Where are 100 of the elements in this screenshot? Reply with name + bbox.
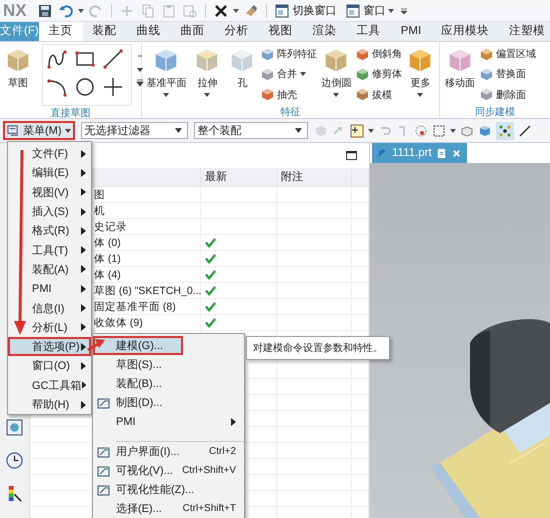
caret-icon[interactable] [163,92,170,98]
line-icon[interactable] [102,48,124,70]
menu-item[interactable]: 制图(D)... [93,393,244,412]
save-icon[interactable] [38,4,52,18]
ribbon-button[interactable]: 边倒圆 [318,44,354,105]
filter-dropdown[interactable]: 无选择过滤器 [80,122,188,139]
point-icon[interactable] [102,76,124,98]
cube-icon[interactable] [478,124,492,138]
part-icon [377,148,388,158]
ribbon-tab[interactable]: 渲染 [302,22,347,41]
box-select-icon[interactable] [432,124,446,138]
window-button[interactable]: 窗口 [344,3,394,18]
menu-button[interactable]: 菜单(M) [3,121,74,140]
circle-icon[interactable] [74,76,96,98]
submenu-arrow-icon [82,381,86,390]
ribbon-button[interactable]: 阵列特征 [260,45,317,64]
customize-icon[interactable] [400,8,407,14]
network-icon[interactable] [496,122,514,140]
document-icon[interactable] [436,148,447,158]
target-icon[interactable] [414,124,428,138]
ribbon-button[interactable]: 替换面 [480,65,536,84]
caret-icon[interactable] [232,8,239,14]
ribbon-tab[interactable]: 装配 [82,22,127,41]
caret-icon[interactable] [78,8,84,14]
close-icon[interactable] [450,148,462,158]
submenu-arrow-icon [81,342,86,351]
eraser-icon[interactable] [244,4,258,18]
column-header[interactable]: 最新 [201,168,277,186]
box-icon [260,48,274,61]
group-label: 特征 [280,106,302,118]
ribbon-button[interactable]: 抽壳 [260,86,317,104]
caret-icon[interactable] [450,128,456,134]
ribbon-button[interactable]: 删除面 [480,86,536,104]
column-header[interactable]: 附注 [277,168,352,186]
menu-item[interactable]: 装配(B)... [93,374,244,393]
menu-item[interactable]: GC工具箱 [8,376,91,395]
menu-item[interactable]: PMI [93,412,244,431]
submenu-arrow-icon [81,362,86,370]
box-icon [260,88,274,102]
box-icon [260,68,274,81]
caret-icon[interactable] [204,92,210,98]
window-icon [274,4,289,18]
menu-item[interactable]: 编辑(E) [8,163,91,183]
submenu-arrow-icon [81,323,86,332]
delete-icon[interactable] [214,4,228,18]
undo-icon[interactable] [58,4,73,18]
ribbon-tab[interactable]: 注塑模 [499,22,550,41]
ribbon-tab[interactable]: PMI [390,22,432,41]
ribbon-button[interactable]: 草图 [2,44,34,106]
part-icon[interactable] [6,419,23,436]
line-icon[interactable] [518,124,532,138]
ribbon-button[interactable]: 基准平面 [144,44,189,105]
menu-item[interactable]: 首选项(P) [8,336,91,356]
submenu-arrow-icon [81,400,86,408]
ribbon-tab[interactable]: 工具 [346,22,391,41]
spline-icon[interactable] [46,48,68,70]
menu-item[interactable]: 窗口(O) [8,356,91,376]
ribbon-button[interactable]: 偏置区域 [480,45,536,64]
add-icon[interactable] [350,124,364,138]
ribbon-button[interactable]: 更多 [404,44,438,105]
menu-item[interactable]: 文件(F) [8,144,91,164]
box-icon [480,68,493,81]
ribbon-button[interactable]: 修剪体 [356,65,402,84]
caret-icon[interactable] [333,92,340,98]
ribbon-button[interactable]: 拉伸 [190,44,224,105]
menu-item[interactable]: 可视化性能(Z)... [93,480,244,499]
caret-icon [64,128,70,134]
menu-item[interactable]: 可视化(V)... Ctrl+Shift+V [93,461,244,480]
ribbon-tab[interactable]: 曲线 [126,22,171,41]
filter-dropdown[interactable]: 整个装配 [194,122,308,139]
caret-icon[interactable] [368,128,374,134]
box-icon [356,88,369,102]
window-button[interactable]: 切换窗口 [272,3,337,18]
caret-icon[interactable] [300,71,306,78]
ribbon-button[interactable]: 合并 [260,65,317,84]
ribbon-button[interactable]: 移动面 [442,44,478,105]
maximize-icon[interactable] [346,151,357,160]
box-icon [480,48,493,61]
menu-item[interactable]: 草图(S)... [93,355,244,374]
ribbon-button[interactable]: 倒斜角 [356,45,402,64]
cube-icon[interactable] [460,124,474,138]
ribbon-tab[interactable]: 分析 [214,22,259,41]
frame-icon [97,482,111,496]
submenu-arrow-icon [81,188,86,196]
ribbon-tab[interactable]: 曲面 [170,22,215,41]
ribbon-tab[interactable]: 视图 [258,22,303,41]
menu-item[interactable]: 选择(E)... Ctrl+Shift+T [93,499,244,518]
submenu-arrow-icon [81,265,86,274]
caret-icon [294,127,302,134]
ribbon-tab[interactable]: 主页 [38,22,83,41]
color-bar-icon[interactable] [6,485,23,502]
ribbon-tab[interactable]: 应用模块 [431,22,500,41]
ribbon-button[interactable]: 拔模 [356,86,402,104]
clock-icon[interactable] [6,452,23,469]
menu-item[interactable]: 帮助(H) [8,394,91,414]
menu-item[interactable]: 用户界面(I)... Ctrl+2 [116,441,244,461]
ribbon-button[interactable]: 孔 [226,44,259,105]
caret-icon[interactable] [417,92,424,98]
submenu-arrow-icon [81,246,86,254]
menu-item[interactable]: 建模(G)... [93,336,183,355]
